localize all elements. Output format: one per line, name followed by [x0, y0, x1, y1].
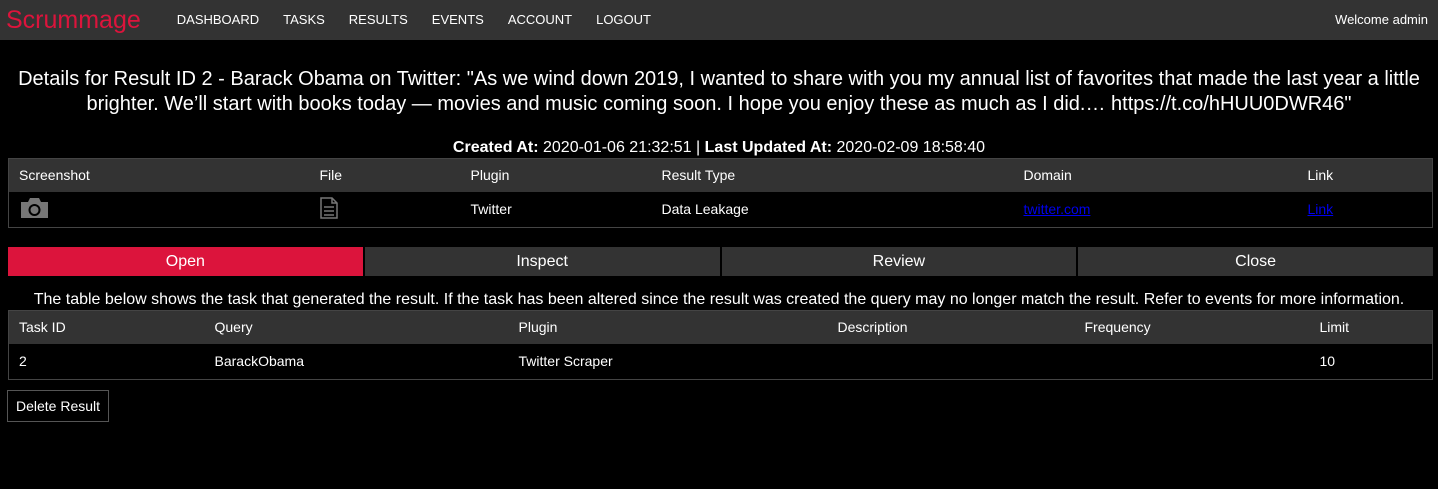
task-id-cell: 2	[19, 353, 27, 370]
nav-account[interactable]: ACCOUNT	[496, 0, 584, 40]
table-row: Twitter Data Leakage twitter.com Link	[9, 192, 1433, 228]
column-header: Query	[204, 310, 509, 344]
nav-logout[interactable]: LOGOUT	[584, 0, 663, 40]
column-header: File	[309, 158, 461, 192]
column-header: Description	[827, 310, 1075, 344]
welcome-text: Welcome admin	[1335, 12, 1428, 27]
inspect-button[interactable]: Inspect	[364, 247, 720, 276]
column-header: Frequency	[1074, 310, 1310, 344]
table-header-row: Task ID Query Plugin Description Frequen…	[8, 310, 1433, 344]
column-header: Result Type	[651, 158, 1014, 192]
column-header: Task ID	[8, 310, 205, 344]
page-title: Details for Result ID 2 - Barack Obama o…	[18, 68, 1420, 115]
result-table: Screenshot File Plugin Result Type Domai…	[8, 158, 1433, 228]
created-label: Created At:	[452, 139, 539, 156]
updated-label: Last Updated At:	[704, 139, 833, 156]
result-link[interactable]: Link	[1308, 201, 1334, 217]
status-bar: Open Inspect Review Close	[8, 247, 1433, 276]
nav-results[interactable]: RESULTS	[337, 0, 420, 40]
nav-tasks[interactable]: TASKS	[271, 0, 337, 40]
domain-cell: twitter.com	[1014, 192, 1298, 228]
table-header-row: Screenshot File Plugin Result Type Domai…	[8, 158, 1433, 192]
column-header: Domain	[1013, 158, 1298, 192]
column-header: Screenshot	[8, 158, 310, 192]
updated-value: 2020-02-09 18:58:40	[836, 139, 986, 156]
link-cell: Link	[1298, 192, 1433, 228]
timestamp-separator: |	[696, 139, 701, 156]
review-button[interactable]: Review	[721, 247, 1077, 276]
created-value: 2020-01-06 21:32:51	[543, 139, 692, 156]
query-cell: BarackObama	[214, 353, 304, 370]
task-plugin-cell: Twitter Scraper	[518, 353, 613, 370]
brand-logo[interactable]: Scrummage	[0, 0, 165, 40]
open-button[interactable]: Open	[8, 247, 363, 276]
camera-icon[interactable]	[19, 197, 50, 222]
column-header: Link	[1297, 158, 1433, 192]
screenshot-cell	[9, 192, 310, 228]
description-cell	[828, 344, 1075, 380]
file-cell	[310, 192, 461, 228]
file-icon[interactable]	[319, 197, 338, 222]
column-header: Plugin	[508, 310, 828, 344]
timestamps: Created At: 2020-01-06 21:32:51 | Last U…	[0, 138, 1438, 158]
task-note: The table below shows the task that gene…	[33, 291, 1405, 308]
domain-link[interactable]: twitter.com	[1024, 201, 1091, 217]
frequency-cell	[1075, 344, 1310, 380]
nav-events[interactable]: EVENTS	[420, 0, 496, 40]
nav-dashboard[interactable]: DASHBOARD	[165, 0, 271, 40]
close-button[interactable]: Close	[1078, 247, 1433, 276]
column-header: Plugin	[460, 158, 652, 192]
task-table: Task ID Query Plugin Description Frequen…	[8, 310, 1433, 380]
result-type-cell: Data Leakage	[661, 201, 749, 218]
column-header: Limit	[1309, 310, 1433, 344]
navbar: Scrummage DASHBOARD TASKS RESULTS EVENTS…	[0, 0, 1438, 40]
table-row: 2 BarackObama Twitter Scraper 10	[9, 344, 1433, 380]
plugin-cell: Twitter	[470, 201, 512, 218]
delete-result-button[interactable]: Delete Result	[7, 390, 110, 422]
limit-cell: 10	[1319, 353, 1336, 370]
